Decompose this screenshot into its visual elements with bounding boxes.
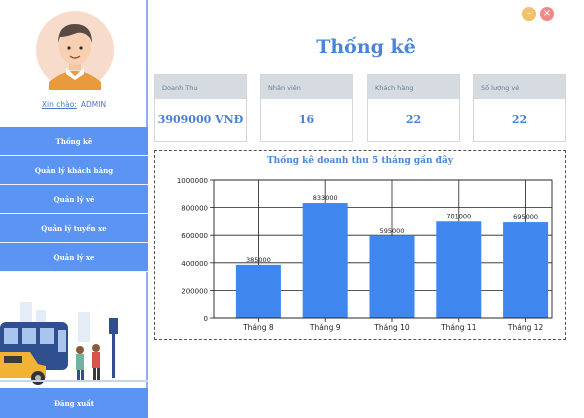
- greeting-link[interactable]: Xin chào:: [42, 100, 77, 109]
- y-tick-label: 0: [204, 315, 208, 323]
- y-tick-label: 1000000: [177, 177, 208, 185]
- sidebar-menu: Thống kê Quản lý khách hàng Quản lý vé Q…: [0, 127, 148, 272]
- menu-item-quan-ly-khach-hang[interactable]: Quản lý khách hàng: [0, 156, 148, 185]
- x-tick-label: Tháng 10: [373, 323, 410, 332]
- bus-stop-illustration: [0, 302, 148, 385]
- menu-item-quan-ly-ve[interactable]: Quản lý vé: [0, 185, 148, 214]
- bar: [503, 222, 549, 318]
- menu-item-quan-ly-tuyen-xe[interactable]: Quản lý tuyến xe: [0, 214, 148, 243]
- bar: [302, 203, 348, 318]
- stat-card-customers: Khách hàng 22: [367, 74, 460, 142]
- menu-item-quan-ly-xe[interactable]: Quản lý xe: [0, 243, 148, 272]
- stat-card-employees: Nhân viên 16: [260, 74, 353, 142]
- greeting: Xin chào: ADMIN: [0, 100, 148, 109]
- sidebar: Xin chào: ADMIN Thống kê Quản lý khách hà…: [0, 0, 148, 418]
- stat-card-value: 22: [405, 113, 422, 126]
- stat-card-label: Doanh Thu: [155, 75, 246, 99]
- admin-avatar: [36, 11, 114, 90]
- menu-item-thong-ke[interactable]: Thống kê: [0, 127, 148, 156]
- stat-card-revenue: Doanh Thu 3909000 VNĐ: [154, 74, 247, 142]
- logout-button[interactable]: Đăng xuất: [0, 388, 148, 418]
- stat-card-label: Nhân viên: [261, 75, 352, 99]
- bar: [235, 264, 281, 318]
- stat-card-tickets: Số lượng vé 22: [473, 74, 566, 142]
- stat-card-value: 3909000 VNĐ: [157, 113, 244, 126]
- x-tick-label: Tháng 9: [309, 323, 341, 332]
- revenue-bar-chart: 0 200000 400000 600000 800000 1000000 385000 Th…: [177, 177, 553, 332]
- page-title: Thống kê: [316, 36, 416, 58]
- y-tick-label: 400000: [181, 260, 208, 268]
- stat-card-label: Số lượng vé: [474, 75, 565, 99]
- y-tick-label: 200000: [181, 287, 208, 295]
- username-label: ADMIN: [80, 100, 107, 109]
- stat-card-value: 22: [511, 113, 528, 126]
- stat-card-value: 16: [298, 113, 315, 126]
- x-tick-label: Tháng 8: [242, 323, 274, 332]
- bar: [369, 235, 415, 318]
- minimize-button[interactable]: –: [522, 7, 536, 21]
- bar-data-label: 701000: [446, 212, 471, 220]
- bar-data-label: 695000: [513, 213, 538, 221]
- bar-data-label: 595000: [380, 227, 405, 235]
- y-tick-label: 800000: [181, 205, 208, 213]
- x-tick-label: Tháng 12: [507, 323, 544, 332]
- close-button[interactable]: ×: [540, 7, 554, 21]
- bar-data-label: 385000: [246, 256, 271, 264]
- x-tick-label: Tháng 11: [440, 323, 477, 332]
- stat-card-label: Khách hàng: [368, 75, 459, 99]
- bar: [436, 221, 482, 318]
- bar-data-label: 833000: [313, 194, 338, 202]
- y-tick-label: 600000: [181, 232, 208, 240]
- chart-title: Thống kê doanh thu 5 tháng gần đây: [266, 156, 454, 166]
